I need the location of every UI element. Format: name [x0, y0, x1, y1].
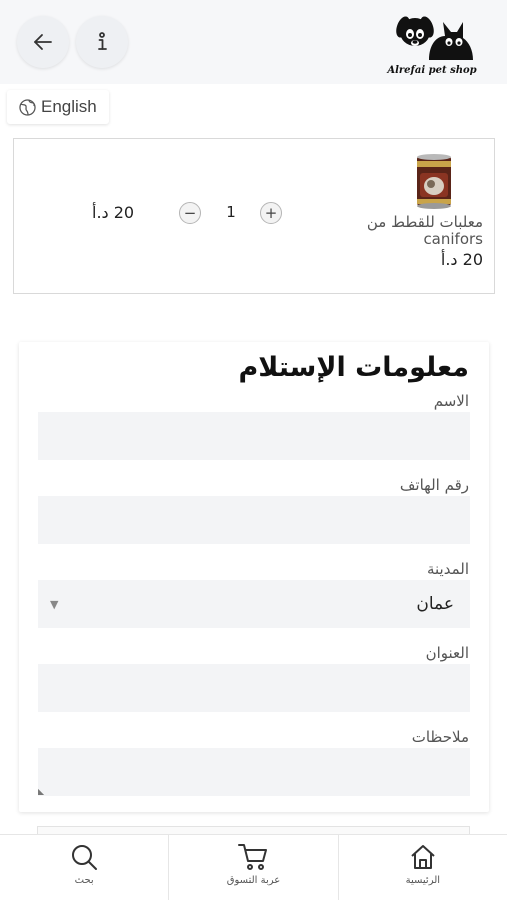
- notes-label: ملاحظات: [411, 728, 469, 746]
- nav-search-label: بحث: [74, 875, 94, 886]
- quantity-value: 1: [226, 203, 236, 221]
- language-button[interactable]: English: [7, 90, 109, 124]
- info-button[interactable]: [76, 16, 128, 68]
- cart-icon: [238, 844, 268, 870]
- bottom-navigation: بحث عربة التسوق الرئيسية: [0, 834, 507, 900]
- form-title: معلومات الإستلام: [238, 352, 469, 383]
- address-field[interactable]: [38, 664, 470, 712]
- plus-icon: +: [264, 203, 278, 222]
- chevron-down-icon: ▼: [50, 597, 59, 611]
- nav-cart[interactable]: عربة التسوق: [168, 835, 337, 900]
- city-select-value: عمان: [416, 594, 454, 614]
- cat-food-can-icon: [417, 154, 451, 209]
- decrease-quantity-button[interactable]: −: [179, 202, 201, 224]
- resize-handle-icon[interactable]: ◣: [38, 787, 44, 796]
- dog-cat-logo-icon: [396, 16, 473, 60]
- phone-field[interactable]: [38, 496, 470, 544]
- cart-item: معلبات للقطط من canifors 20 د.أ − 1 + 20…: [13, 138, 495, 294]
- back-button[interactable]: [17, 16, 69, 68]
- line-total: 20 د.أ: [92, 203, 135, 222]
- name-label: الاسم: [433, 392, 469, 410]
- info-icon: [98, 32, 107, 50]
- name-field[interactable]: [38, 412, 470, 460]
- nav-home[interactable]: الرئيسية: [337, 835, 507, 900]
- city-select[interactable]: ▼ عمان: [38, 580, 470, 628]
- address-label: العنوان: [425, 644, 469, 662]
- product-name: معلبات للقطط من canifors: [366, 213, 483, 248]
- nav-home-label: الرئيسية: [405, 875, 441, 886]
- notes-textarea[interactable]: ◣: [38, 748, 470, 796]
- language-label: English: [41, 97, 97, 116]
- logo-text: Alrefai pet shop: [387, 65, 477, 76]
- minus-icon: −: [183, 203, 197, 222]
- nav-cart-label: عربة التسوق: [226, 875, 281, 886]
- globe-icon: [19, 98, 36, 116]
- product-price: 20 د.أ: [440, 250, 483, 269]
- nav-search[interactable]: بحث: [0, 835, 168, 900]
- arrow-left-icon: [34, 34, 52, 50]
- top-header: Alrefai pet shop: [0, 0, 507, 84]
- increase-quantity-button[interactable]: +: [260, 202, 282, 224]
- phone-label: رقم الهاتف: [399, 476, 469, 494]
- search-icon: [72, 845, 98, 870]
- home-icon: [411, 845, 435, 869]
- delivery-info-form: معلومات الإستلام الاسم رقم الهاتف المدين…: [19, 342, 489, 812]
- shop-logo[interactable]: Alrefai pet shop: [387, 12, 477, 78]
- city-label: المدينة: [426, 560, 469, 578]
